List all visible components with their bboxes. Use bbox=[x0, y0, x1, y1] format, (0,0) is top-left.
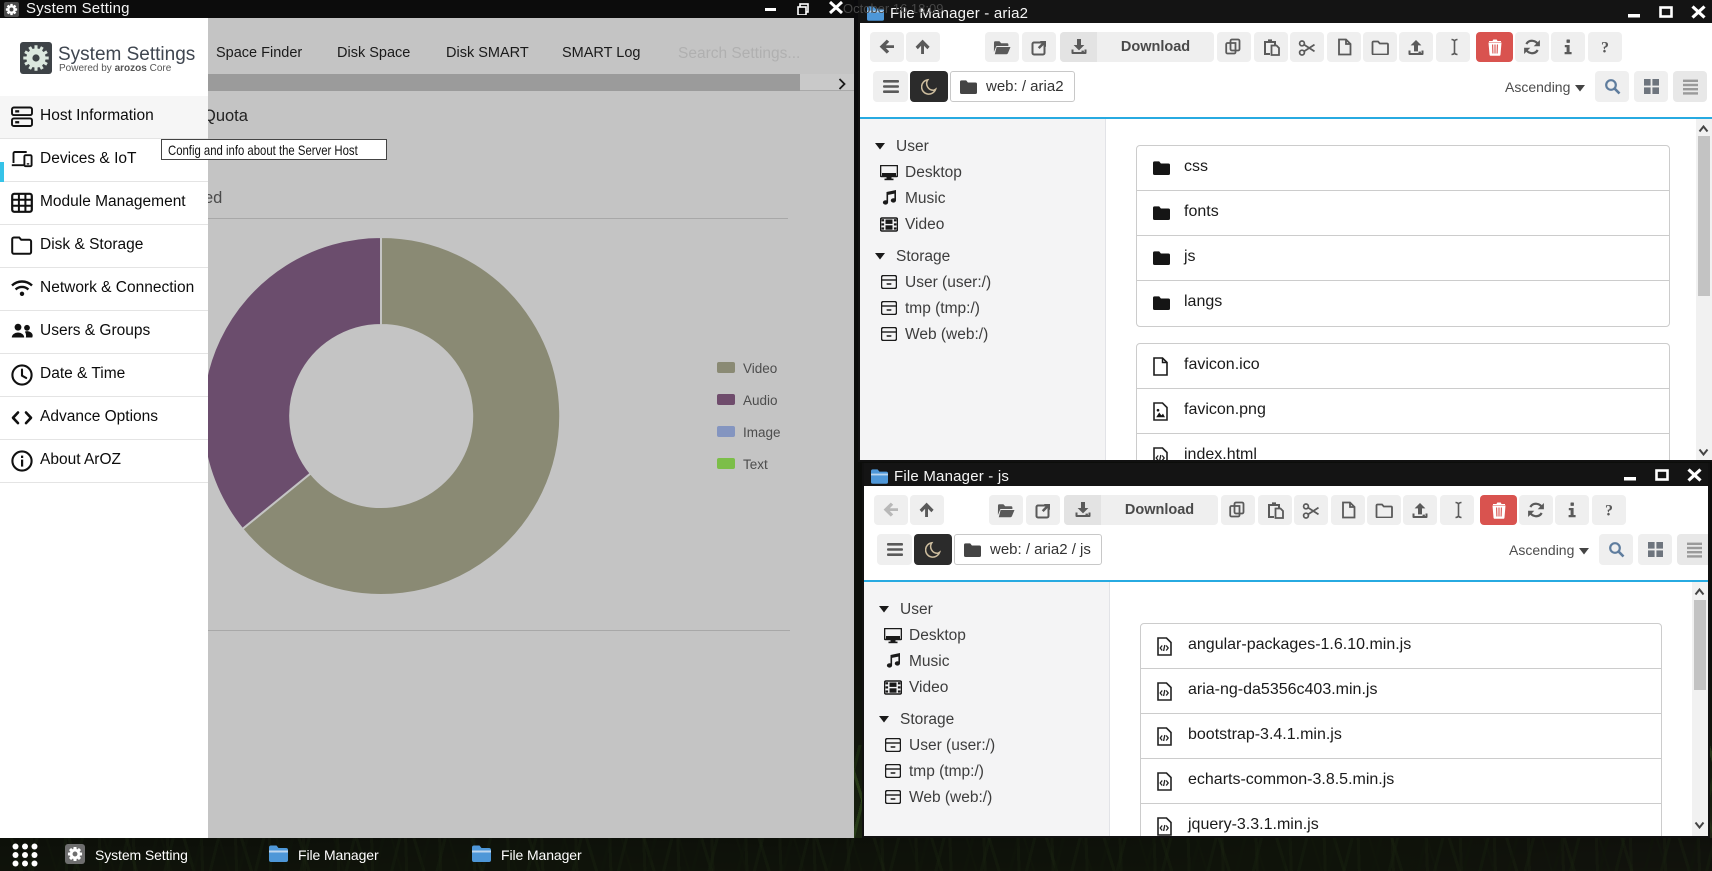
svg-text:?: ? bbox=[1601, 40, 1609, 57]
svg-text:?: ? bbox=[1605, 503, 1613, 520]
